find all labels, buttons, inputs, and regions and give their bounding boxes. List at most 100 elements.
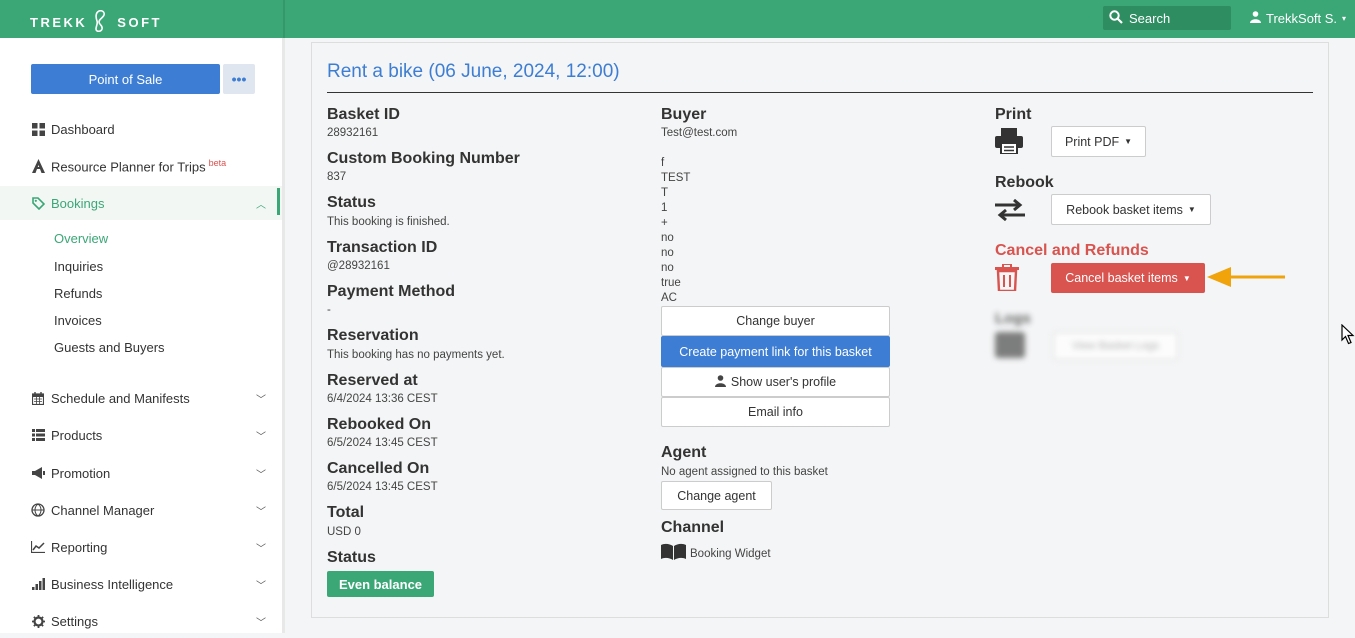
point-of-sale-button[interactable]: Point of Sale [31,64,220,94]
calendar-icon [31,391,45,405]
sidebar-item-products[interactable]: Products ﹀ [0,418,282,452]
sidebar-item-schedule[interactable]: Schedule and Manifests ﹀ [0,381,282,415]
logs-label: Logs [995,310,1031,327]
change-buyer-button[interactable]: Change buyer [661,306,890,336]
sidebar-subitem-refunds[interactable]: Refunds [54,286,102,301]
dashboard-icon [31,122,45,136]
beta-badge: beta [208,157,227,168]
payment-method-label: Payment Method [327,283,456,300]
transaction-id-label: Transaction ID [327,239,438,256]
view-basket-logs-button[interactable]: View Basket Logs [1053,332,1178,360]
topbar-divider [283,0,285,38]
buyer-detail: 1 [661,202,668,214]
sidebar-item-resource-planner[interactable]: Resource Planner for Trips beta [0,149,282,183]
page-title: Rent a bike (06 June, 2024, 12:00) [327,61,620,82]
buyer-email: Test@test.com [661,127,738,139]
user-icon [1250,11,1261,26]
buyer-detail: no [661,262,674,274]
sidebar-item-promotion[interactable]: Promotion ﹀ [0,456,282,490]
print-pdf-button[interactable]: Print PDF ▼ [1051,126,1146,157]
payment-method-value: - [327,304,331,316]
sidebar-item-label: Settings [51,613,98,629]
buyer-detail: true [661,277,681,289]
sidebar-item-label: Business Intelligence [51,576,174,592]
channel-value: Booking Widget [690,548,771,560]
chevron-down-icon: ﹀ [256,506,266,518]
annotation-arrow-icon [1207,266,1287,293]
balance-status-badge: Even balance [327,571,434,597]
sidebar-subitem-inquiries[interactable]: Inquiries [54,259,103,274]
buyer-detail: no [661,232,674,244]
print-label: Print [995,106,1032,123]
mouse-cursor-icon [1341,323,1355,350]
create-payment-link-button[interactable]: Create payment link for this basket [661,336,890,367]
top-bar: TREKK SOFT Search TrekkSoft S. ▾ [0,0,1355,38]
chevron-up-icon: ︿ [256,199,266,211]
reservation-label: Reservation [327,327,419,344]
book-icon [661,543,686,565]
show-user-profile-label: Show user's profile [730,375,837,389]
sidebar-item-label: Schedule and Manifests [51,390,190,406]
chart-icon [31,540,45,554]
globe-icon [31,503,45,517]
show-user-profile-button[interactable]: Show user's profile [661,367,890,397]
resource-icon [31,159,45,173]
printer-icon [995,128,1023,154]
sidebar-item-label: Products [51,427,103,443]
sidebar-item-business-intelligence[interactable]: Business Intelligence ﹀ [0,567,282,601]
list-icon [31,428,45,442]
buyer-detail: AC [661,292,677,304]
user-menu[interactable]: TrekkSoft S. ▾ [1250,11,1346,26]
change-agent-button[interactable]: Change agent [661,481,772,510]
cancelled-on-label: Cancelled On [327,460,430,477]
swap-arrows-icon [995,199,1025,221]
agent-value: No agent assigned to this basket [661,466,828,478]
search-box[interactable]: Search [1103,6,1231,30]
email-info-button[interactable]: Email info [661,397,890,427]
basket-id-value: 28932161 [327,127,379,139]
search-label: Search [1129,10,1171,26]
status-label: Status [327,194,376,211]
sidebar-item-reporting[interactable]: Reporting ﹀ [0,530,282,564]
title-divider [327,92,1313,93]
agent-label: Agent [661,444,707,461]
sidebar-subitem-guests-buyers[interactable]: Guests and Buyers [54,340,165,355]
custom-booking-number-label: Custom Booking Number [327,150,520,167]
user-name: TrekkSoft S. [1266,11,1338,26]
total-value: USD 0 [327,526,361,538]
chevron-down-icon: ﹀ [256,394,266,406]
trash-icon [995,264,1019,291]
sidebar-item-channel-manager[interactable]: Channel Manager ﹀ [0,493,282,527]
sidebar-item-dashboard[interactable]: Dashboard [0,112,282,146]
chevron-down-icon: ﹀ [256,580,266,592]
rebook-basket-items-button[interactable]: Rebook basket items ▼ [1051,194,1211,225]
logo-text-right: SOFT [117,15,162,30]
sidebar-item-label: Bookings [51,195,105,211]
status-value: This booking is finished. [327,216,450,228]
reserved-at-label: Reserved at [327,372,418,389]
user-icon [714,374,726,390]
sidebar-subitem-overview[interactable]: Overview [54,231,108,246]
cancel-basket-items-button[interactable]: Cancel basket items ▼ [1051,263,1205,293]
sidebar-item-bookings[interactable]: Bookings ︿ [0,186,282,220]
chevron-down-icon: ﹀ [256,431,266,443]
transaction-id-value: @28932161 [327,260,390,272]
buyer-detail: TEST [661,172,691,184]
buyer-detail: no [661,247,674,259]
rebooked-on-label: Rebooked On [327,416,432,433]
sidebar-subitem-invoices[interactable]: Invoices [54,313,102,328]
trekksoft-logo[interactable]: TREKK SOFT [30,9,162,35]
sidebar-item-label: Resource Planner for Trips beta [51,157,227,175]
print-pdf-label: Print PDF [1064,134,1120,149]
sidebar-item-label: Promotion [51,465,111,481]
active-subitem-indicator [277,188,280,215]
custom-booking-number-value: 837 [327,171,347,183]
rebooked-on-value: 6/5/2024 13:45 CEST [327,437,438,449]
balance-status-label: Status [327,549,376,566]
sidebar-separator [282,38,285,633]
more-options-button[interactable]: ••• [223,64,255,94]
sidebar-item-label: Dashboard [51,121,115,137]
shoe-logo-icon [93,9,111,35]
sidebar-item-label: Reporting [51,539,108,555]
caret-down-icon: ▼ [1182,273,1191,283]
